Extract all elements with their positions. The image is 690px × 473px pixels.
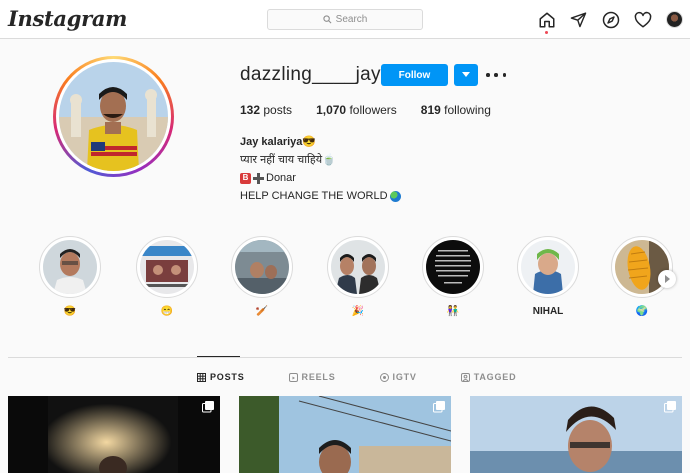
highlight-label: 🏏 bbox=[255, 306, 269, 317]
profile-tabs: POSTS REELS IGTV TAGGED bbox=[197, 372, 560, 382]
highlight-label: 😁 bbox=[160, 306, 174, 317]
search-placeholder: Search bbox=[335, 14, 368, 25]
hospital-cross-icon bbox=[253, 172, 264, 184]
multiple-photos-icon bbox=[664, 401, 676, 413]
highlight-label: 😎 bbox=[63, 306, 77, 317]
grid-icon bbox=[197, 372, 206, 382]
notification-dot bbox=[545, 31, 548, 34]
direct-icon[interactable] bbox=[569, 10, 588, 29]
post-thumbnail[interactable] bbox=[239, 396, 451, 473]
post-image bbox=[8, 396, 220, 473]
highlight-label: 🌍 bbox=[635, 306, 649, 317]
profile-picture bbox=[59, 62, 168, 171]
highlights-next-button[interactable] bbox=[658, 270, 676, 288]
activity-icon[interactable] bbox=[633, 10, 652, 29]
chevron-down-icon bbox=[462, 72, 470, 77]
highlight-label: NIHAL bbox=[532, 306, 564, 317]
profile-picture-ring[interactable] bbox=[53, 56, 174, 177]
reels-icon bbox=[288, 372, 298, 382]
tabs-divider bbox=[8, 357, 682, 358]
highlight-thumbnail bbox=[43, 240, 97, 294]
post-thumbnail[interactable] bbox=[470, 396, 682, 473]
highlight-label: 👫 bbox=[446, 306, 460, 317]
follow-button[interactable]: Follow bbox=[381, 64, 448, 86]
bio-line-1: प्यार नहीं चाय चाहिये bbox=[240, 154, 323, 166]
instagram-logo[interactable]: Instagram bbox=[8, 6, 127, 31]
highlight-thumbnail bbox=[426, 240, 480, 294]
highlight-item[interactable]: 🎉 bbox=[327, 236, 389, 318]
post-image bbox=[239, 396, 451, 473]
followers-stat[interactable]: 1,070 followers bbox=[316, 103, 397, 117]
tagged-icon bbox=[460, 372, 470, 382]
explore-icon[interactable] bbox=[601, 10, 620, 29]
highlight-thumbnail bbox=[235, 240, 289, 294]
suggested-dropdown-button[interactable] bbox=[454, 64, 478, 86]
chevron-right-icon bbox=[664, 275, 670, 283]
globe-icon bbox=[389, 190, 401, 202]
tea-emoji: 🍵 bbox=[322, 154, 336, 166]
highlight-item[interactable]: 😁 bbox=[136, 236, 198, 318]
highlight-thumbnail bbox=[331, 240, 385, 294]
profile-avatar[interactable] bbox=[666, 11, 683, 28]
multiple-photos-icon bbox=[202, 401, 214, 413]
highlight-thumbnail bbox=[140, 240, 194, 294]
profile-bio: Jay kalariya😎 प्यार नहीं चाय चाहिये🍵 B D… bbox=[240, 133, 401, 205]
highlight-item[interactable]: 🏏 bbox=[231, 236, 293, 318]
bio-line-3: HELP CHANGE THE WORLD bbox=[240, 190, 388, 202]
tab-igtv[interactable]: IGTV bbox=[379, 372, 417, 382]
highlight-item[interactable]: NIHAL bbox=[517, 236, 579, 318]
blood-type-b-icon: B bbox=[240, 172, 251, 184]
multiple-photos-icon bbox=[433, 401, 445, 413]
igtv-icon bbox=[379, 372, 389, 382]
profile-stats: 132 posts 1,070 followers 819 following bbox=[240, 103, 515, 117]
bio-line-2: Donar bbox=[266, 172, 296, 184]
active-tab-indicator bbox=[197, 356, 240, 357]
highlight-thumbnail bbox=[521, 240, 575, 294]
top-navigation-bar: Instagram Search bbox=[0, 0, 690, 39]
story-highlights: 😎 😁 🏏 🎉 👫 NIHAL 🌍 bbox=[38, 236, 690, 326]
posts-stat: 132 posts bbox=[240, 103, 293, 117]
more-options-button[interactable] bbox=[486, 68, 506, 82]
search-input[interactable]: Search bbox=[267, 9, 423, 30]
profile-username: dazzling____jay bbox=[240, 64, 381, 85]
tab-tagged[interactable]: TAGGED bbox=[460, 372, 517, 382]
post-thumbnail[interactable] bbox=[8, 396, 220, 473]
search-icon bbox=[323, 15, 332, 24]
profile-full-name: Jay kalariya bbox=[240, 136, 303, 148]
highlight-item[interactable]: 👫 bbox=[422, 236, 484, 318]
highlight-label: 🎉 bbox=[351, 306, 365, 317]
tab-posts[interactable]: POSTS bbox=[197, 372, 245, 382]
home-icon[interactable] bbox=[537, 10, 556, 29]
tab-reels[interactable]: REELS bbox=[288, 372, 336, 382]
sunglasses-emoji: 😎 bbox=[302, 136, 317, 148]
highlight-item[interactable]: 😎 bbox=[39, 236, 101, 318]
following-stat[interactable]: 819 following bbox=[421, 103, 491, 117]
post-image bbox=[470, 396, 682, 473]
